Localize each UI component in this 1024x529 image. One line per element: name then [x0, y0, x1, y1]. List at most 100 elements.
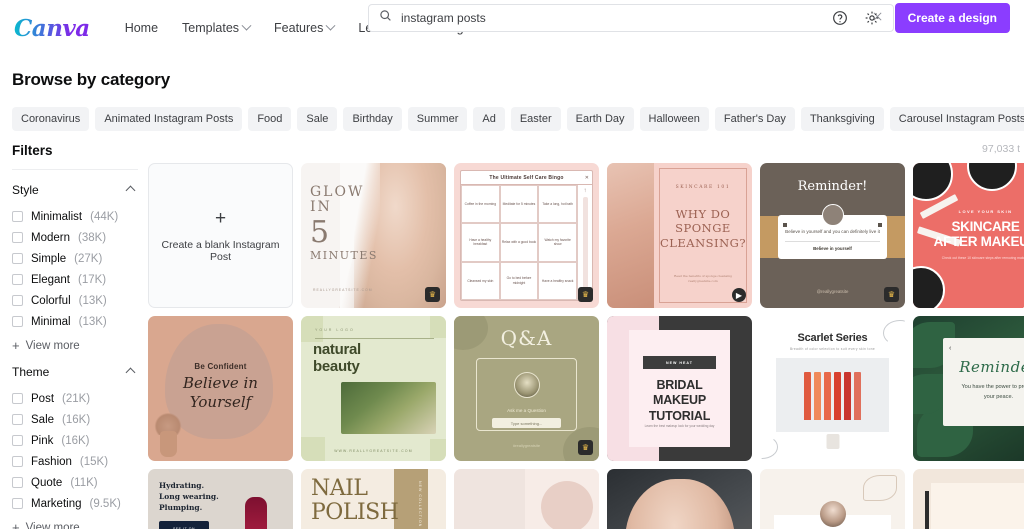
template-card-leaf-reminder[interactable]: ‹ ☰ Reminder You have the power to prote… [913, 316, 1024, 461]
filter-group-style-header[interactable]: Style [12, 183, 138, 197]
video-badge: ▶ [732, 288, 746, 302]
filter-count: (27K) [74, 252, 103, 265]
template-card-anna-wheeler[interactable]: ANNA WHEELER MARKETING EXPERT Share rele… [760, 469, 905, 529]
filter-option-simple[interactable]: Simple (27K) [12, 248, 138, 269]
checkbox[interactable] [12, 477, 23, 488]
nav-item-home[interactable]: Home [114, 14, 169, 42]
filter-option-fashion[interactable]: Fashion (15K) [12, 451, 138, 472]
filters-title: Filters [12, 143, 138, 170]
plus-icon: + [214, 207, 227, 229]
bridal-line1: BRIDAL [656, 378, 703, 392]
chip-summer[interactable]: Summer [407, 107, 468, 131]
filter-option-sale[interactable]: Sale (16K) [12, 409, 138, 430]
chip-coronavirus[interactable]: Coronavirus [12, 107, 90, 131]
template-card-qa[interactable]: Q&A Ask me a Question Type something... … [454, 316, 599, 461]
template-card-natural-beauty[interactable]: YOUR LOGO natural beauty WWW.REALLYGREAT… [301, 316, 446, 461]
filter-option-pink[interactable]: Pink (16K) [12, 430, 138, 451]
bingo-cell: Relax with a good book [499, 223, 539, 262]
template-grid: + Create a blank Instagram Post GLOW IN … [148, 163, 1024, 529]
skincare-eyebrow: LOVE YOUR SKIN [958, 209, 1013, 214]
skincare-subtitle: Check out these 10 skincare steps after … [941, 256, 1024, 260]
chip-ad[interactable]: Ad [473, 107, 505, 131]
bingo-cell: Watch my favorite show [538, 223, 577, 262]
bingo-title: The Ultimate Self Care Bingo [489, 174, 564, 181]
nav-item-features[interactable]: Features [263, 14, 345, 42]
glow-number: 5 [310, 214, 332, 250]
filter-option-elegant[interactable]: Elegant (17K) [12, 269, 138, 290]
template-card-glow[interactable]: GLOW IN 5 MINUTES REALLYGREATSITE.COM ♛ [301, 163, 446, 308]
filter-count: (17K) [78, 273, 107, 286]
divider [785, 240, 880, 242]
create-a-design-button[interactable]: Create a design [894, 3, 1010, 33]
avatar [821, 204, 844, 226]
checkbox[interactable] [12, 435, 23, 446]
search-input[interactable] [401, 11, 872, 25]
natural-url: WWW.REALLYGREATSITE.COM [334, 449, 413, 453]
chip-animated-instagram-posts[interactable]: Animated Instagram Posts [95, 107, 243, 131]
checkbox[interactable] [12, 253, 23, 264]
filter-label: Sale [31, 413, 55, 426]
canva-logo[interactable]: Canva [10, 15, 90, 42]
style-view-more-button[interactable]: + View more [12, 332, 138, 352]
filter-label: Minimalist [31, 210, 83, 223]
model-photo [454, 469, 528, 529]
template-card-reminder[interactable]: Reminder! Believe in yourself and you ca… [760, 163, 905, 308]
template-card-tattoo[interactable] [454, 469, 599, 529]
checkbox[interactable] [12, 232, 23, 243]
checkbox[interactable] [12, 393, 23, 404]
chip-easter[interactable]: Easter [510, 107, 561, 131]
filter-option-modern[interactable]: Modern (38K) [12, 227, 138, 248]
checkbox[interactable] [12, 498, 23, 509]
template-card-scarlet[interactable]: Scarlet Series Breadth of color selectio… [760, 316, 905, 461]
help-icon[interactable] [826, 4, 854, 32]
natural-line2: beauty [313, 357, 360, 375]
natural-line1: natural [313, 341, 361, 358]
filter-option-post[interactable]: Post (21K) [12, 388, 138, 409]
bingo-titlebar: The Ultimate Self Care Bingo ✕ [461, 171, 592, 185]
filter-option-marketing[interactable]: Marketing (9.5K) [12, 493, 138, 514]
template-card-confident[interactable]: Be Confident Believe in Yourself [148, 316, 293, 461]
nav-item-templates[interactable]: Templates [171, 14, 261, 42]
bingo-cell: Meditate for 5 minutes [499, 185, 539, 224]
filter-option-minimal[interactable]: Minimal (13K) [12, 311, 138, 332]
bridal-tag: NEW HEAT [643, 356, 716, 369]
chip-sale[interactable]: Sale [297, 107, 338, 131]
checkbox[interactable] [12, 295, 23, 306]
chip-carousel-instagram-posts[interactable]: Carousel Instagram Posts [889, 107, 1024, 131]
template-card-skincare[interactable]: LOVE YOUR SKIN SKINCARE AFTER MAKEUP Che… [913, 163, 1024, 308]
template-card-bridal[interactable]: NEW HEAT BRIDAL MAKEUP TUTORIAL Learn th… [607, 316, 752, 461]
filter-label: Simple [31, 252, 67, 265]
filter-option-minimalist[interactable]: Minimalist (44K) [12, 206, 138, 227]
chip-birthday[interactable]: Birthday [343, 107, 402, 131]
checkbox[interactable] [12, 316, 23, 327]
filter-group-theme-header[interactable]: Theme [12, 365, 138, 379]
checkbox[interactable] [12, 211, 23, 222]
search-bar[interactable] [368, 4, 894, 32]
decor-bar [925, 491, 929, 529]
checkbox[interactable] [12, 414, 23, 425]
chip-food[interactable]: Food [248, 107, 292, 131]
create-blank-card[interactable]: + Create a blank Instagram Post [148, 163, 293, 308]
confident-line3: Yourself [189, 392, 252, 411]
checkbox[interactable] [12, 274, 23, 285]
square-icon [783, 223, 787, 227]
filter-option-colorful[interactable]: Colorful (13K) [12, 290, 138, 311]
template-card-coming-soon[interactable]: HIGH QUALITY PRODUCTS COMING SOON [913, 469, 1024, 529]
template-card-face-portrait[interactable] [607, 469, 752, 529]
confident-line2: Believe in [183, 374, 258, 392]
chip-halloween[interactable]: Halloween [639, 107, 709, 131]
chip-earth-day[interactable]: Earth Day [566, 107, 634, 131]
avatar [513, 372, 540, 398]
checkbox[interactable] [12, 456, 23, 467]
chip-thanksgiving[interactable]: Thanksgiving [800, 107, 884, 131]
filter-option-quote[interactable]: Quote (11K) [12, 472, 138, 493]
template-card-lipstick[interactable]: Hydrating. Long wearing. Plumping. SEE I… [148, 469, 293, 529]
template-card-sponge[interactable]: SKINCARE 101 WHY DO SPONGE CLEANSING? Re… [607, 163, 752, 308]
template-card-nail-polish[interactable]: NEW COLLECTION NAIL POLISH ALL IN ONE • … [301, 469, 446, 529]
gear-icon[interactable] [858, 4, 886, 32]
qa-title: Q&A [500, 326, 553, 350]
theme-view-more-button[interactable]: + View more [12, 514, 138, 529]
chip-fathers-day[interactable]: Father's Day [714, 107, 795, 131]
lipstick-photo [245, 497, 267, 529]
template-card-bingo[interactable]: The Ultimate Self Care Bingo ✕ Coffee in… [454, 163, 599, 308]
